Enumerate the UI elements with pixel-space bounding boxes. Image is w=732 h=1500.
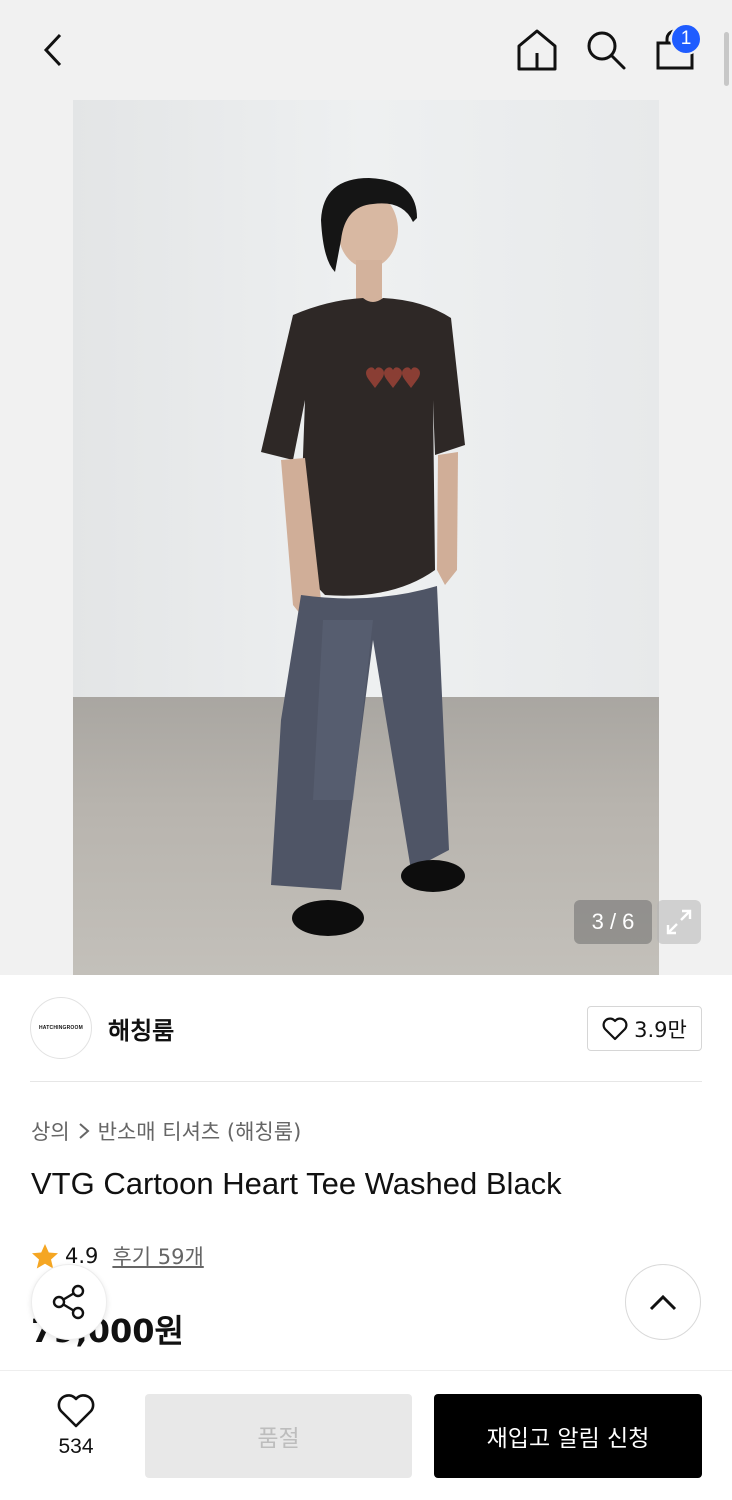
brand-like-count: 3.9만 bbox=[634, 1017, 687, 1042]
search-icon bbox=[587, 31, 626, 70]
share-button[interactable] bbox=[31, 1264, 107, 1340]
review-count-link[interactable]: 후기 59개 bbox=[112, 1241, 203, 1271]
share-icon bbox=[52, 1284, 85, 1320]
model-figure bbox=[261, 178, 465, 936]
divider bbox=[30, 1081, 702, 1082]
cart-count-badge: 1 bbox=[670, 23, 702, 55]
home-icon bbox=[517, 29, 557, 71]
home-button[interactable] bbox=[512, 26, 562, 74]
breadcrumb-subcategory[interactable]: 반소매 티셔츠 (해칭룸) bbox=[98, 1116, 302, 1146]
restock-alert-button[interactable]: 재입고 알림 신청 bbox=[434, 1394, 702, 1478]
chevron-left-icon bbox=[43, 33, 62, 67]
wishlist-count: 534 bbox=[58, 1435, 94, 1458]
image-pager: 3 / 6 bbox=[574, 900, 652, 944]
wishlist-button[interactable]: 534 bbox=[30, 1393, 122, 1473]
chevron-right-icon bbox=[78, 1123, 90, 1139]
expand-icon bbox=[666, 909, 692, 935]
product-image-gallery[interactable]: 3 / 6 bbox=[0, 100, 732, 975]
heart-outline-icon bbox=[602, 1017, 628, 1040]
brand-like-button[interactable]: 3.9만 bbox=[587, 1006, 702, 1051]
heart-outline-icon bbox=[57, 1394, 95, 1428]
soldout-button[interactable]: 품절 bbox=[145, 1394, 412, 1478]
scroll-to-top-button[interactable] bbox=[625, 1264, 701, 1340]
expand-image-button[interactable] bbox=[657, 900, 701, 944]
brand-row: HATCHINGROOM 해칭룸 3.9만 bbox=[30, 997, 702, 1059]
breadcrumb-category[interactable]: 상의 bbox=[31, 1116, 70, 1146]
product-title: VTG Cartoon Heart Tee Washed Black bbox=[31, 1166, 562, 1201]
search-button[interactable] bbox=[582, 26, 630, 74]
brand-logo[interactable]: HATCHINGROOM bbox=[30, 997, 92, 1059]
brand-logo-text: HATCHINGROOM bbox=[39, 1025, 83, 1031]
page-scrollbar[interactable] bbox=[724, 32, 729, 86]
brand-name[interactable]: 해칭룸 bbox=[108, 1011, 174, 1046]
breadcrumb: 상의 반소매 티셔츠 (해칭룸) bbox=[31, 1116, 301, 1146]
bottom-action-bar: 534 품절 재입고 알림 신청 bbox=[0, 1370, 732, 1500]
chevron-up-icon bbox=[649, 1294, 677, 1311]
back-button[interactable] bbox=[30, 28, 78, 72]
product-photo bbox=[73, 100, 659, 975]
